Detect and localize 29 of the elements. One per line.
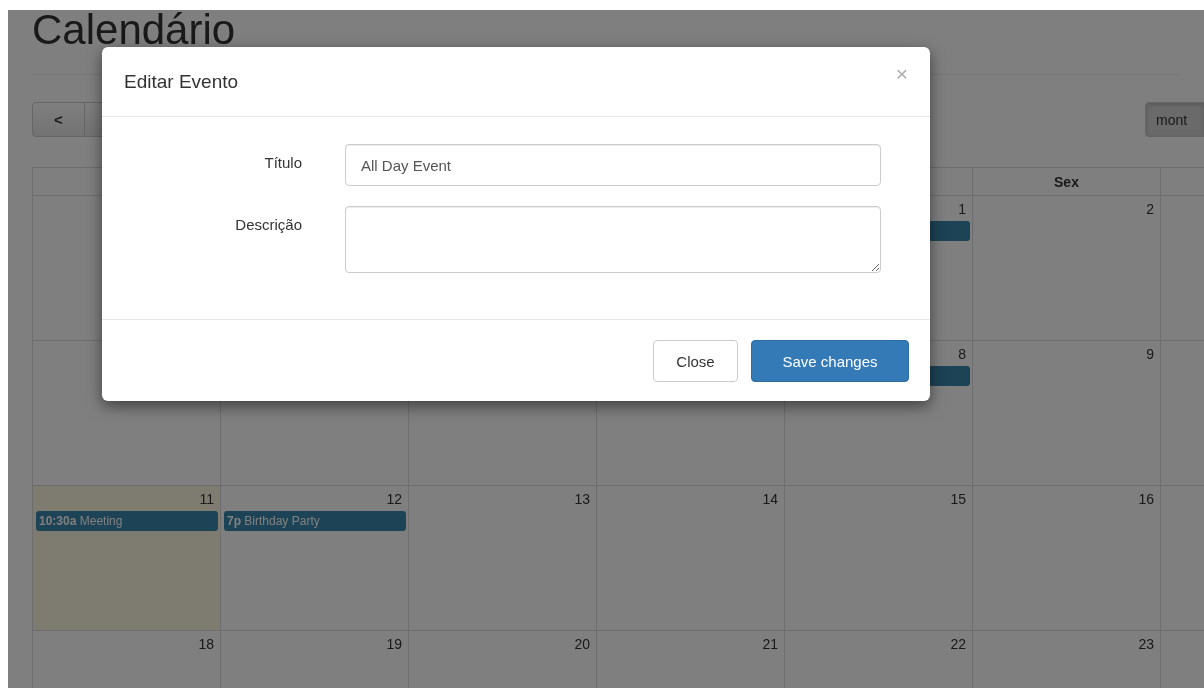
field-label: Título	[263, 153, 302, 171]
day-number: 21	[762, 635, 779, 652]
page-title: Calendário	[32, 10, 237, 50]
day-number: 20	[574, 635, 591, 652]
day-number: 15	[950, 490, 967, 507]
day-number: 8	[958, 345, 967, 362]
day-number: 2	[1146, 200, 1155, 217]
prev-button[interactable]: <	[32, 102, 85, 137]
event-bar[interactable]: 7p Birthday Party	[224, 511, 406, 531]
event-bar[interactable]: 10:30a Meeting	[36, 511, 218, 531]
field-label: Descrição	[234, 215, 302, 233]
title-field[interactable]: All Day Event	[345, 144, 881, 186]
dialog-title: Editar Evento	[124, 70, 239, 93]
day-number: 11	[199, 490, 215, 507]
day-number: 14	[762, 490, 779, 507]
day-number: 18	[198, 635, 215, 652]
day-number: 19	[386, 635, 403, 652]
day-number: 16	[1138, 490, 1155, 507]
day-number: 12	[386, 490, 403, 507]
view-button[interactable]: mont	[1145, 102, 1204, 137]
day-number: 1	[958, 200, 967, 217]
day-number: 9	[1146, 345, 1155, 362]
description-field[interactable]	[345, 206, 881, 273]
close-button[interactable]: Close	[653, 340, 738, 382]
save-button[interactable]: Save changes	[751, 340, 909, 382]
day-number: 22	[950, 635, 967, 652]
day-number: 13	[574, 490, 591, 507]
weekday-header: Sex	[1054, 173, 1079, 190]
day-number: 23	[1138, 635, 1155, 652]
